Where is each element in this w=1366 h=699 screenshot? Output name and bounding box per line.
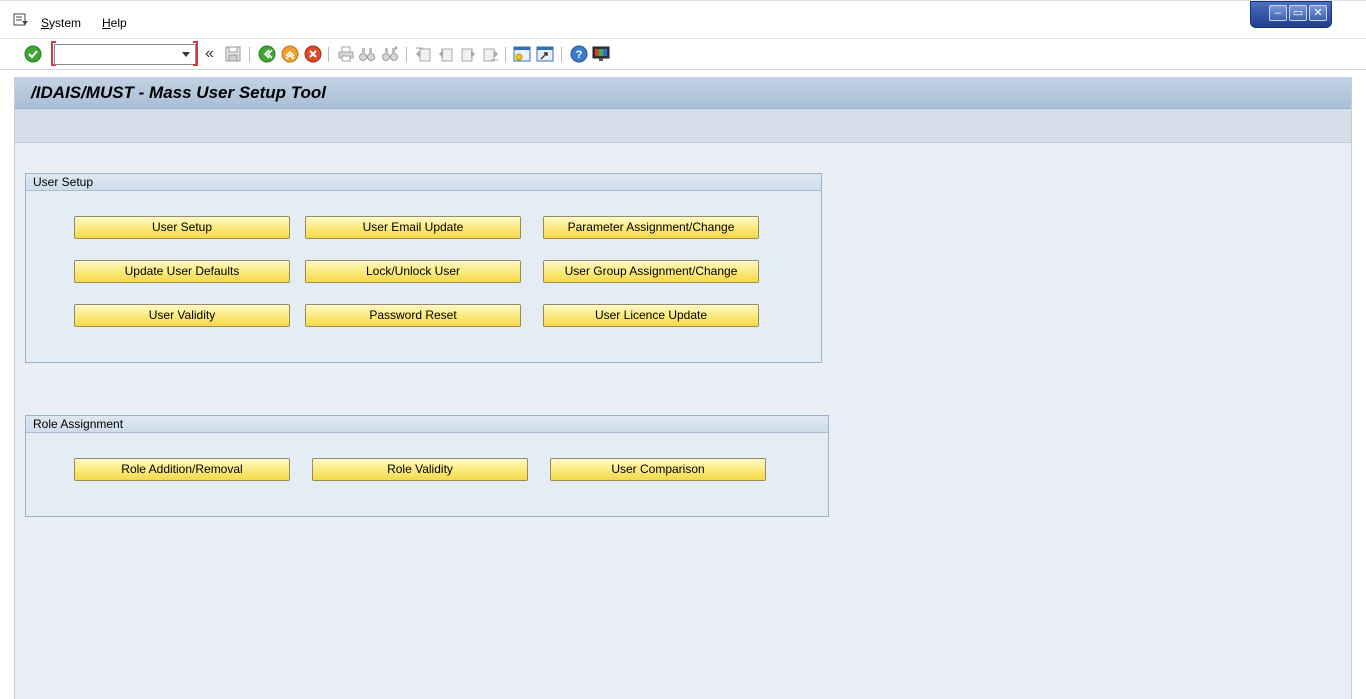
first-page-icon[interactable] [415, 45, 433, 63]
user-email-update-button[interactable]: User Email Update [305, 216, 521, 239]
user-setup-button[interactable]: User Setup [74, 216, 290, 239]
role-addition-removal-button[interactable]: Role Addition/Removal [74, 458, 290, 481]
toolbar-separator [249, 47, 250, 62]
print-icon[interactable] [337, 45, 355, 63]
collapse-command-field-icon[interactable]: « [205, 45, 214, 63]
password-reset-button[interactable]: Password Reset [305, 304, 521, 327]
restore-icon: ▭ [1292, 7, 1304, 19]
save-icon[interactable] [224, 45, 242, 63]
title-bar: /IDAIS/MUST - Mass User Setup Tool [15, 77, 1351, 109]
close-icon: ✕ [1313, 7, 1323, 19]
menu-system-accel: S [41, 16, 50, 30]
command-field-bracket-right [193, 41, 198, 66]
command-field[interactable] [54, 44, 196, 65]
previous-page-icon[interactable] [437, 45, 455, 63]
chevron-down-icon[interactable] [182, 52, 190, 57]
user-validity-button[interactable]: User Validity [74, 304, 290, 327]
cancel-icon[interactable] [304, 45, 322, 63]
restore-button[interactable]: ▭ [1289, 5, 1307, 21]
menu-system[interactable]: System [41, 16, 81, 30]
application-toolbar [15, 109, 1351, 143]
svg-text:?: ? [576, 49, 583, 61]
toolbar-separator [561, 47, 562, 62]
menu-bar: System Help – ▭ ✕ [0, 0, 1366, 38]
menu-help-label: elp [110, 16, 127, 30]
close-button[interactable]: ✕ [1309, 5, 1327, 21]
minimize-button[interactable]: – [1269, 5, 1287, 21]
user-licence-update-button[interactable]: User Licence Update [543, 304, 759, 327]
menu-system-label: ystem [49, 16, 82, 30]
window-controls: – ▭ ✕ [1250, 1, 1332, 28]
page-title: /IDAIS/MUST - Mass User Setup Tool [31, 83, 327, 102]
lock-unlock-user-button[interactable]: Lock/Unlock User [305, 260, 521, 283]
next-page-icon[interactable] [459, 45, 477, 63]
parameter-assignment-button[interactable]: Parameter Assignment/Change [543, 216, 759, 239]
update-user-defaults-button[interactable]: Update User Defaults [74, 260, 290, 283]
customize-layout-icon[interactable] [592, 45, 610, 63]
back-icon[interactable] [258, 45, 276, 63]
command-input[interactable] [59, 47, 177, 62]
last-page-icon[interactable] [481, 45, 499, 63]
group-user-setup-header: User Setup [26, 174, 821, 191]
group-role-assignment-title: Role Assignment [33, 417, 124, 431]
toolbar-separator [505, 47, 506, 62]
find-icon[interactable] [358, 45, 376, 63]
minimize-icon: – [1274, 7, 1282, 19]
help-icon[interactable]: ? [570, 45, 588, 63]
toolbar-separator [406, 47, 407, 62]
shortcut-icon[interactable] [536, 45, 554, 63]
role-validity-button[interactable]: Role Validity [312, 458, 528, 481]
enter-icon[interactable] [24, 45, 42, 63]
user-group-assignment-button[interactable]: User Group Assignment/Change [543, 260, 759, 283]
find-next-icon[interactable] [381, 45, 399, 63]
standard-toolbar: « ? [0, 38, 1366, 70]
menu-help-accel: H [102, 16, 111, 30]
exit-icon[interactable] [281, 45, 299, 63]
menu-help[interactable]: Help [102, 16, 127, 30]
user-comparison-button[interactable]: User Comparison [550, 458, 766, 481]
group-role-assignment-header: Role Assignment [26, 416, 828, 433]
group-user-setup: User Setup User Setup User Email Update … [25, 173, 822, 363]
group-role-assignment: Role Assignment Role Addition/Removal Ro… [25, 415, 829, 517]
group-user-setup-title: User Setup [33, 175, 94, 189]
toolbar-separator [328, 47, 329, 62]
menu-dropdown-icon[interactable] [13, 13, 29, 27]
create-session-icon[interactable] [513, 45, 531, 63]
main-frame: /IDAIS/MUST - Mass User Setup Tool User … [14, 77, 1352, 699]
